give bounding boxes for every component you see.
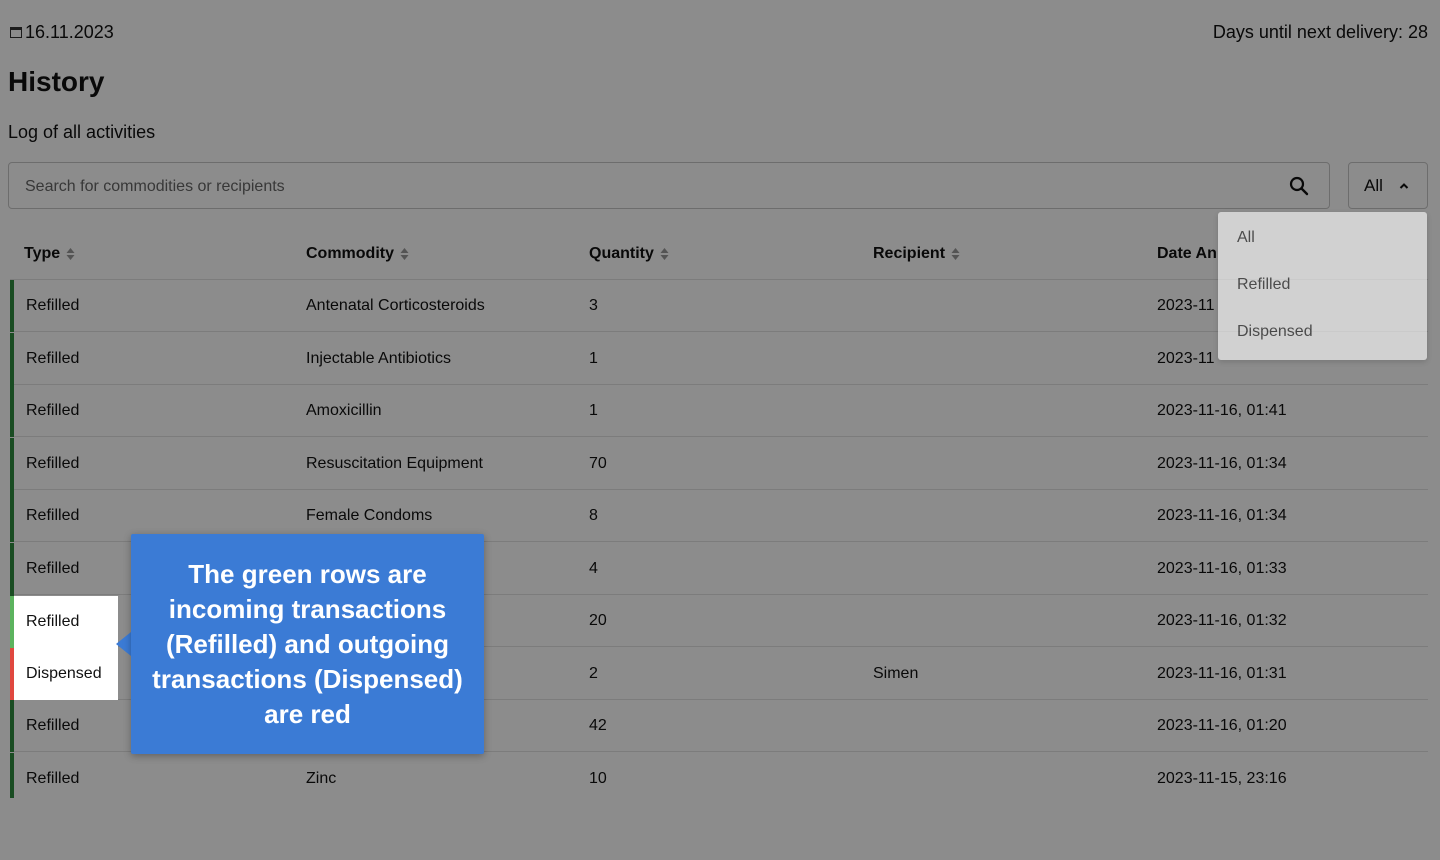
type-cell: Dispensed <box>26 665 102 682</box>
highlighted-type-cells: Refilled Dispensed <box>10 596 118 700</box>
status-bar-refilled <box>10 596 14 648</box>
filter-option-dispensed[interactable]: Dispensed <box>1237 323 1313 341</box>
highlighted-row-dispensed: Dispensed <box>10 648 118 700</box>
highlighted-row-refilled: Refilled <box>10 596 118 648</box>
history-page: 16.11.2023 Days until next delivery: 28 … <box>0 0 1440 860</box>
filter-option-all[interactable]: All <box>1237 229 1255 247</box>
type-cell: Refilled <box>26 613 80 630</box>
filter-option-refilled[interactable]: Refilled <box>1237 276 1290 294</box>
tooltip-text: The green rows are incoming transactions… <box>152 558 463 729</box>
tooltip-pointer <box>116 632 131 656</box>
tutorial-overlay-bottom <box>0 798 1440 860</box>
tutorial-tooltip: The green rows are incoming transactions… <box>131 534 484 754</box>
status-bar-dispensed <box>10 648 14 700</box>
type-filter-dropdown: All Refilled Dispensed <box>1218 212 1427 360</box>
